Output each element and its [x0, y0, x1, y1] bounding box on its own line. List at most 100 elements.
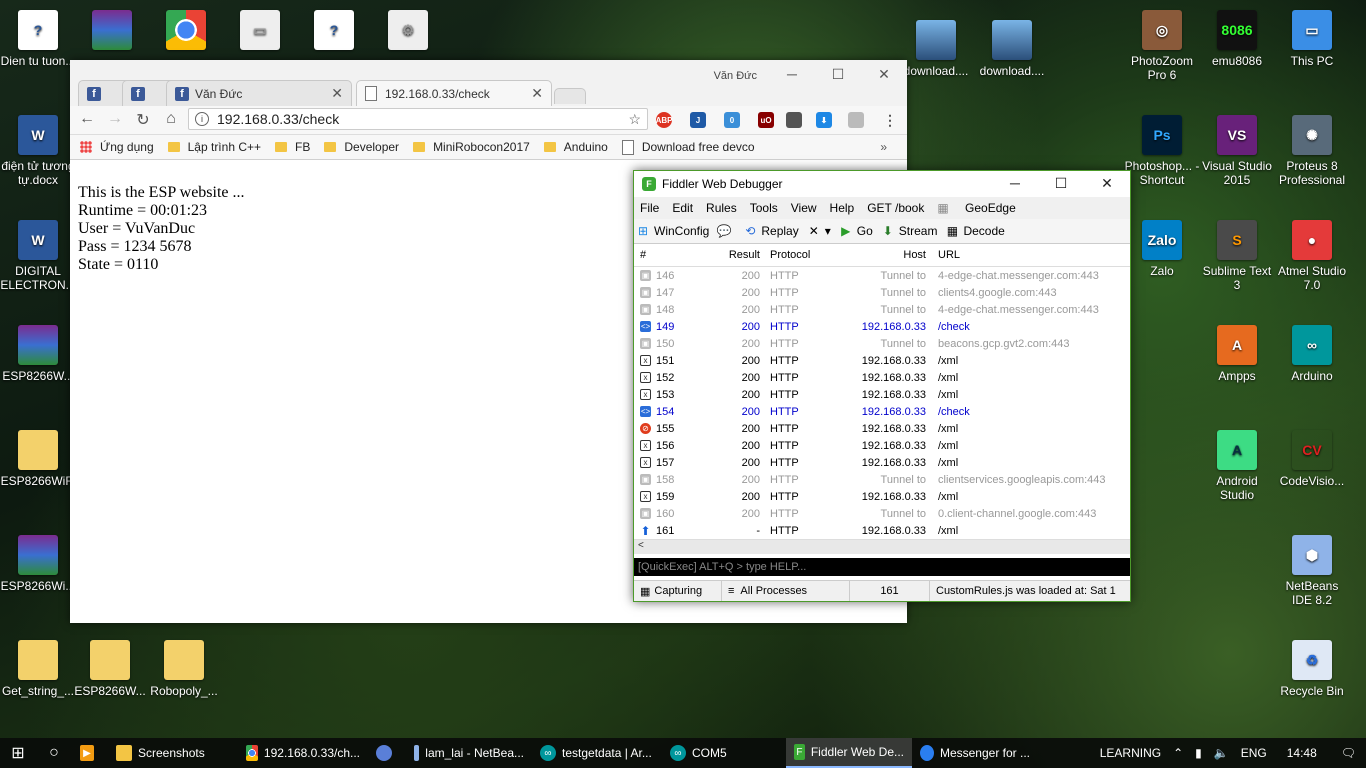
desktop-icon[interactable]: ▭: [222, 10, 298, 54]
table-row[interactable]: ⬆ 161- HTTP 192.168.0.33/xml: [634, 522, 1130, 539]
taskbar-item-chrome-2[interactable]: [368, 738, 406, 768]
bookmark-folder[interactable]: FB: [275, 140, 310, 154]
close-tab-icon[interactable]: ✕: [331, 85, 343, 102]
menu-help[interactable]: Help: [830, 201, 855, 215]
bookmark-folder[interactable]: MiniRobocon2017: [413, 140, 530, 154]
column-number[interactable]: #: [634, 249, 716, 261]
table-row[interactable]: ▣ 158 200 HTTP Tunnel to clientservices.googl…: [634, 471, 1130, 488]
column-host[interactable]: Host: [820, 249, 934, 261]
close-icon[interactable]: ✕: [1092, 175, 1122, 192]
ublock-origin-icon[interactable]: uO: [758, 112, 774, 128]
menu-edit[interactable]: Edit: [672, 201, 693, 215]
desktop-icon[interactable]: Robopoly_...: [146, 640, 222, 698]
decode-button[interactable]: ▦ Decode: [945, 224, 1005, 238]
desktop-icon[interactable]: Ps Photoshop... - Shortcut: [1124, 115, 1200, 187]
back-icon[interactable]: ←: [76, 110, 98, 128]
tab-check[interactable]: 192.168.0.33/check ✕: [356, 80, 552, 106]
capturing-toggle[interactable]: ▦ Capturing: [634, 581, 722, 601]
desktop-icon[interactable]: ♻ Recycle Bin: [1274, 640, 1350, 698]
close-icon[interactable]: ✕: [869, 66, 899, 83]
taskbar-item-netbeans[interactable]: lam_lai - NetBea...: [406, 738, 532, 768]
info-icon[interactable]: i: [195, 112, 209, 126]
bulb-extension-icon[interactable]: [786, 112, 802, 128]
table-row[interactable]: x 157 200 HTTP 192.168.0.33/xml: [634, 454, 1130, 471]
table-row[interactable]: ▣ 150 200 HTTP Tunnel to beacons.gcp.gvt2.com…: [634, 335, 1130, 352]
maximize-icon[interactable]: ☐: [1046, 175, 1076, 192]
bookmark-folder[interactable]: Developer: [324, 140, 399, 154]
start-button[interactable]: ⊞: [0, 738, 36, 768]
bookmark-folder[interactable]: Anduino: [543, 140, 608, 154]
menu-rules[interactable]: Rules: [706, 201, 737, 215]
network-icon[interactable]: ▮: [1195, 746, 1202, 760]
quickexec-input[interactable]: [QuickExec] ALT+Q > type HELP...: [634, 558, 1130, 576]
address-bar[interactable]: i 192.168.0.33/check ☆: [188, 108, 648, 130]
column-url[interactable]: URL: [934, 249, 1118, 261]
taskbar-item-messenger[interactable]: Messenger for ...: [912, 738, 1038, 768]
table-row[interactable]: ⊘ 155 200 HTTP 192.168.0.33/xml: [634, 420, 1130, 437]
table-row[interactable]: ▣ 146 200 HTTP Tunnel to 4-edge-chat.messenge…: [634, 267, 1130, 284]
table-row[interactable]: x 152 200 HTTP 192.168.0.33/xml: [634, 369, 1130, 386]
desktop-icon[interactable]: download....: [898, 20, 974, 78]
menu-file[interactable]: File: [640, 201, 659, 215]
cube-extension-icon[interactable]: [848, 112, 864, 128]
download-extension-icon[interactable]: ⬇: [816, 112, 832, 128]
desktop-icon[interactable]: 8086 emu8086: [1199, 10, 1275, 68]
comment-button[interactable]: 💬: [717, 224, 735, 238]
desktop-icon[interactable]: ?: [296, 10, 372, 54]
taskbar-item-fiddler[interactable]: F Fiddler Web De...: [786, 738, 912, 768]
stream-button[interactable]: ⬇ Stream: [881, 224, 938, 238]
go-button[interactable]: ▶ Go: [839, 224, 873, 238]
bookmark-apps[interactable]: Ứng dụng: [80, 140, 154, 154]
desktop-icon[interactable]: download....: [974, 20, 1050, 78]
menu-view[interactable]: View: [791, 201, 817, 215]
desktop-icon[interactable]: ● Atmel Studio 7.0: [1274, 220, 1350, 292]
desktop-icon[interactable]: ⬢ NetBeans IDE 8.2: [1274, 535, 1350, 607]
profile-name[interactable]: Văn Đức: [714, 70, 757, 82]
forward-icon[interactable]: →: [104, 110, 126, 128]
j-extension-icon[interactable]: J: [690, 112, 706, 128]
desktop-icon[interactable]: CV CodeVisio...: [1274, 430, 1350, 488]
language-bar[interactable]: LEARNING: [1100, 746, 1161, 760]
clock[interactable]: 14:48: [1287, 746, 1317, 760]
minimize-icon[interactable]: ─: [1000, 175, 1030, 191]
desktop-icon[interactable]: ESP8266Wi...: [0, 535, 76, 593]
desktop-icon[interactable]: Zalo Zalo: [1124, 220, 1200, 278]
table-row[interactable]: x 153 200 HTTP 192.168.0.33/xml: [634, 386, 1130, 403]
desktop-icon[interactable]: A Android Studio: [1199, 430, 1275, 502]
adblock-plus-icon[interactable]: ABP: [656, 112, 672, 128]
column-protocol[interactable]: Protocol: [766, 249, 820, 261]
new-tab-button[interactable]: [554, 88, 586, 104]
minimize-icon[interactable]: ─: [777, 66, 807, 82]
desktop-icon[interactable]: [74, 10, 150, 54]
desktop-icon[interactable]: Wđiện tử tương tự.docx: [0, 115, 76, 187]
desktop-icon[interactable]: S Sublime Text 3: [1199, 220, 1275, 292]
chevron-up-icon[interactable]: ⌃: [1173, 746, 1183, 760]
table-row[interactable]: <> 149 200 HTTP 192.168.0.33/check: [634, 318, 1130, 335]
desktop-icon[interactable]: W DIGITAL ELECTRON...: [0, 220, 76, 292]
desktop-icon[interactable]: ⚙: [370, 10, 446, 54]
more-bookmarks-icon[interactable]: »: [880, 140, 887, 154]
table-row[interactable]: x 156 200 HTTP 192.168.0.33/xml: [634, 437, 1130, 454]
scroll-left-icon[interactable]: <: [638, 540, 644, 551]
volume-icon[interactable]: 🔈: [1214, 746, 1229, 760]
reload-icon[interactable]: ↻: [132, 110, 154, 130]
desktop-icon[interactable]: ? Dien tu tuon...: [0, 10, 76, 68]
desktop-icon[interactable]: Get_string_...: [0, 640, 76, 698]
desktop-icon[interactable]: ◎ PhotoZoom Pro 6: [1124, 10, 1200, 82]
taskbar-item-chrome[interactable]: 192.168.0.33/ch...: [238, 738, 368, 768]
chrome-menu-icon[interactable]: ⋮: [882, 112, 898, 128]
table-row[interactable]: ▣ 148 200 HTTP Tunnel to 4-edge-chat.messenge…: [634, 301, 1130, 318]
table-row[interactable]: x 151 200 HTTP 192.168.0.33/xml: [634, 352, 1130, 369]
horizontal-scrollbar[interactable]: <: [634, 539, 1130, 554]
close-tab-icon[interactable]: ✕: [531, 85, 543, 102]
remove-button[interactable]: ✕ ▾: [807, 224, 831, 238]
desktop-icon[interactable]: [148, 10, 224, 54]
bookmark-page[interactable]: Download free devco: [621, 139, 755, 155]
desktop-icon[interactable]: ESP8266WiFi: [0, 430, 76, 488]
taskbar-item-arduino[interactable]: ∞ testgetdata | Ar...: [532, 738, 662, 768]
cortana-button[interactable]: ○: [36, 738, 72, 768]
maximize-icon[interactable]: ☐: [823, 66, 853, 83]
bookmark-folder[interactable]: Lập trình C++: [167, 140, 261, 154]
desktop-icon[interactable]: ESP8266W...: [0, 325, 76, 383]
desktop-icon[interactable]: ▭ This PC: [1274, 10, 1350, 68]
